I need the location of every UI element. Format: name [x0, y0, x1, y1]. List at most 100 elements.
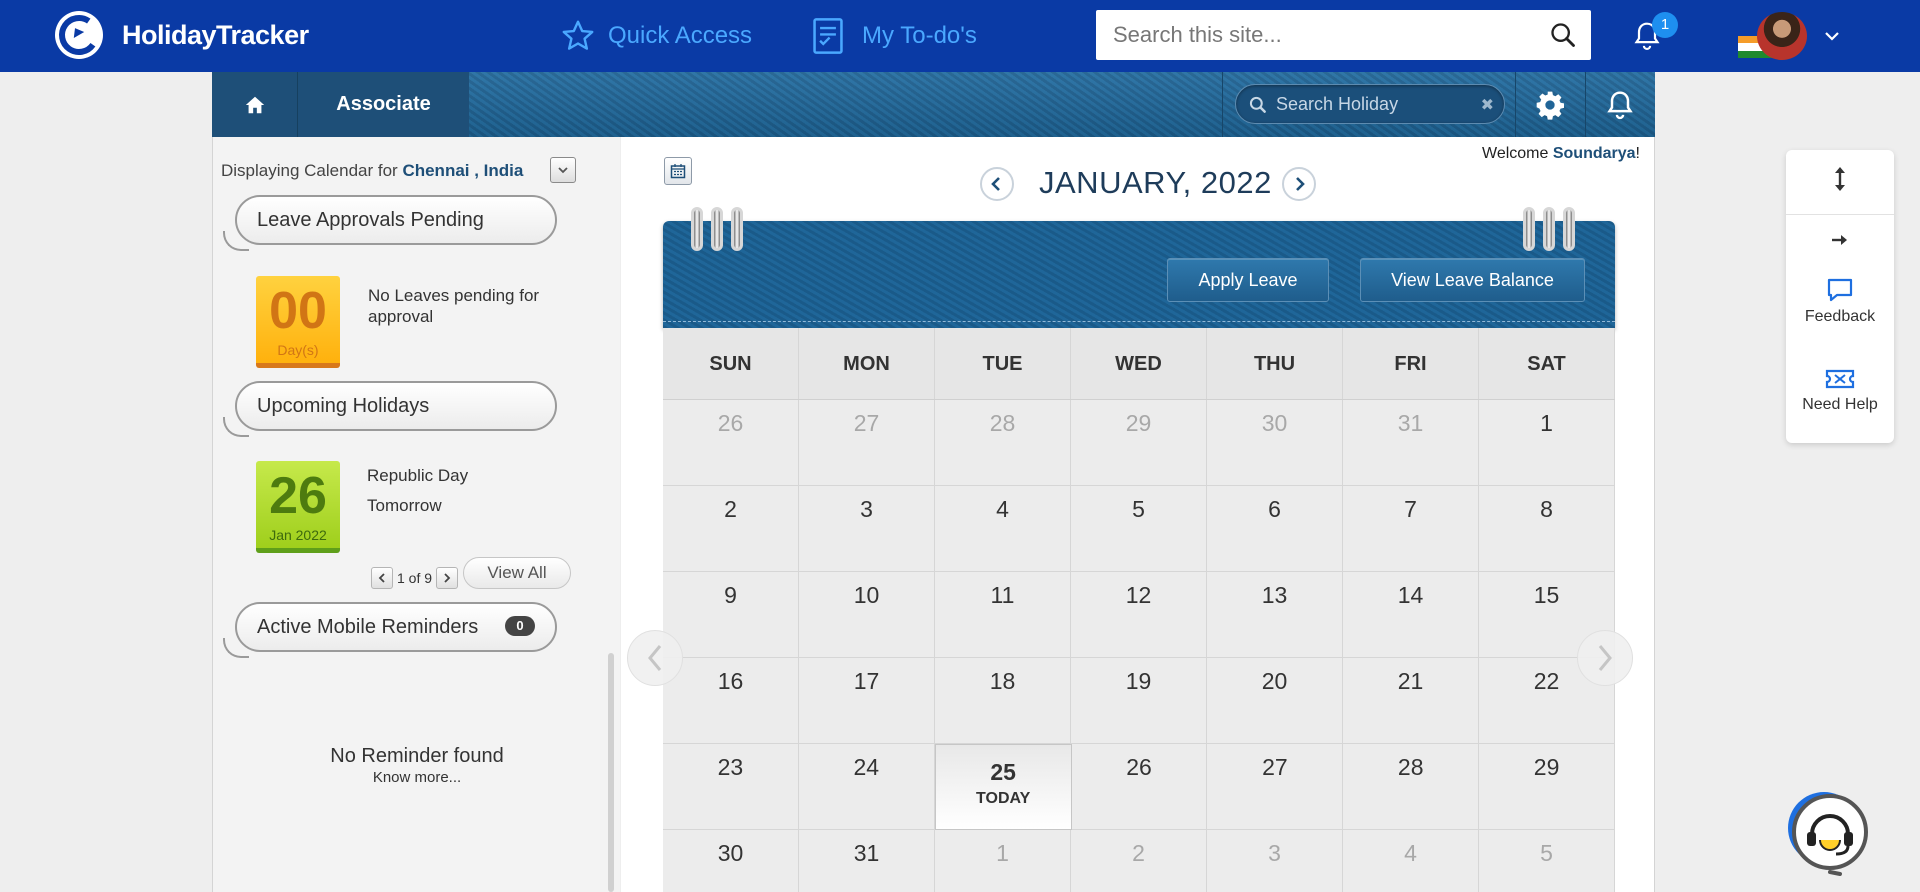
calendar-day-today[interactable]: 25 TODAY	[934, 744, 1072, 830]
calendar-day-cell[interactable]: 6	[1207, 486, 1343, 572]
pending-leave-count: 00	[269, 282, 327, 340]
collapse-panel-button[interactable]	[1786, 232, 1894, 248]
holiday-search-box: ✖	[1235, 84, 1505, 124]
home-button[interactable]	[212, 72, 298, 137]
calendar-day-cell[interactable]: 10	[799, 572, 935, 658]
prev-month-arrow[interactable]	[627, 630, 683, 686]
nav-notifications-button[interactable]	[1585, 72, 1655, 137]
location-name[interactable]: Chennai , India	[402, 161, 523, 180]
welcome-message: Welcome Soundarya!	[1482, 145, 1640, 163]
sidebar-scrollbar[interactable]	[608, 653, 614, 892]
day-number: 2	[1132, 840, 1145, 866]
calendar-day-cell[interactable]: 12	[1071, 572, 1207, 658]
calendar-day-cell[interactable]: 9	[663, 572, 799, 658]
calendar-day-cell[interactable]: 21	[1343, 658, 1479, 744]
weekday-sat: SAT	[1479, 328, 1615, 399]
calendar-day-cell[interactable]: 1	[1479, 400, 1615, 486]
calendar-week-row: 26 27 28 29 30 31 1	[663, 400, 1615, 486]
app-logo-icon[interactable]	[55, 11, 103, 59]
pending-leave-unit: Day(s)	[277, 342, 319, 358]
calendar-day-cell[interactable]: 30	[1207, 400, 1343, 486]
day-number: 17	[853, 668, 880, 694]
calendar-day-cell[interactable]: 2	[663, 486, 799, 572]
calendar-day-cell[interactable]: 31	[1343, 400, 1479, 486]
calendar-day-cell[interactable]: 18	[935, 658, 1071, 744]
feedback-button[interactable]: Feedback	[1786, 276, 1894, 326]
day-number: 13	[1261, 582, 1288, 608]
site-search-input[interactable]	[1096, 10, 1516, 60]
calendar-view-button[interactable]	[664, 157, 692, 185]
need-help-button[interactable]: Need Help	[1786, 366, 1894, 414]
calendar-day-cell[interactable]: 17	[799, 658, 935, 744]
weekday-thu: THU	[1207, 328, 1343, 399]
holiday-when: Tomorrow	[367, 496, 442, 515]
calendar-day-cell[interactable]: 31	[799, 830, 935, 892]
holiday-search-input[interactable]	[1276, 85, 1476, 123]
calendar-day-cell[interactable]: 30	[663, 830, 799, 892]
holiday-date-tile[interactable]: 26 Jan 2022	[256, 461, 340, 553]
location-dropdown-button[interactable]	[550, 157, 576, 183]
month-title: JANUARY, 2022	[1039, 165, 1272, 200]
calendar-day-cell[interactable]: 23	[663, 744, 799, 830]
calendar-day-cell[interactable]: 19	[1071, 658, 1207, 744]
binder-ring-icon	[711, 207, 723, 251]
calendar-day-cell[interactable]: 26	[663, 400, 799, 486]
upcoming-holidays-heading: Upcoming Holidays	[223, 381, 557, 437]
calendar-day-cell[interactable]: 16	[663, 658, 799, 744]
day-number: 8	[1540, 496, 1553, 522]
my-todos-link[interactable]: My To-do's	[812, 16, 977, 56]
settings-button[interactable]	[1515, 72, 1585, 137]
chevron-down-icon[interactable]	[1822, 26, 1842, 46]
day-number: 26	[717, 410, 744, 436]
search-icon[interactable]	[1549, 21, 1577, 49]
apply-leave-button[interactable]: Apply Leave	[1167, 258, 1329, 302]
calendar-day-cell[interactable]: 29	[1479, 744, 1616, 830]
day-number: 30	[717, 840, 744, 866]
view-leave-balance-button[interactable]: View Leave Balance	[1360, 258, 1585, 302]
weekday-fri: FRI	[1343, 328, 1479, 399]
calendar-day-cell[interactable]: 8	[1479, 486, 1615, 572]
next-month-arrow[interactable]	[1577, 630, 1633, 686]
calendar-week-row: 23 24 25 TODAY 26 27 28 29	[663, 744, 1616, 830]
expand-collapse-button[interactable]	[1786, 164, 1894, 194]
site-search-box	[1096, 10, 1591, 60]
calendar-day-cell[interactable]: 5	[1479, 830, 1615, 892]
quick-access-link[interactable]: Quick Access	[560, 18, 752, 54]
app-name[interactable]: HolidayTracker	[122, 20, 309, 51]
nav-divider	[1222, 72, 1223, 137]
calendar-day-cell[interactable]: 5	[1071, 486, 1207, 572]
support-headset-icon[interactable]	[1784, 788, 1870, 876]
pager-prev-button[interactable]	[371, 567, 393, 589]
calendar-day-cell[interactable]: 3	[799, 486, 935, 572]
calendar-day-cell[interactable]: 28	[935, 400, 1071, 486]
calendar-day-cell[interactable]: 26	[1071, 744, 1208, 830]
calendar-day-cell[interactable]: 4	[935, 486, 1071, 572]
chevron-left-icon	[991, 177, 1000, 191]
pager-next-button[interactable]	[436, 567, 459, 589]
calendar-day-cell[interactable]: 27	[799, 400, 935, 486]
calendar-day-cell[interactable]: 20	[1207, 658, 1343, 744]
calendar-day-cell[interactable]: 24	[798, 744, 935, 830]
tab-associate[interactable]: Associate	[298, 72, 469, 137]
calendar-day-cell[interactable]: 14	[1343, 572, 1479, 658]
calendar-day-cell[interactable]: 1	[935, 830, 1071, 892]
day-number: 24	[853, 754, 880, 780]
calendar-day-cell[interactable]: 27	[1207, 744, 1344, 830]
next-month-button[interactable]	[1282, 167, 1316, 201]
know-more-link[interactable]: Know more...	[213, 769, 621, 786]
calendar-day-cell[interactable]: 13	[1207, 572, 1343, 658]
calendar-day-cell[interactable]: 29	[1071, 400, 1207, 486]
day-number: 11	[990, 582, 1015, 608]
calendar-day-cell[interactable]: 7	[1343, 486, 1479, 572]
view-all-button[interactable]: View All	[463, 557, 571, 589]
calendar-day-cell[interactable]: 4	[1343, 830, 1479, 892]
holiday-name[interactable]: Republic Day	[367, 465, 468, 486]
user-avatar[interactable]	[1757, 12, 1807, 60]
calendar-day-cell[interactable]: 11	[935, 572, 1071, 658]
calendar-day-cell[interactable]: 28	[1343, 744, 1480, 830]
prev-month-button[interactable]	[980, 167, 1014, 201]
clear-search-icon[interactable]: ✖	[1481, 95, 1494, 115]
calendar-day-cell[interactable]: 3	[1207, 830, 1343, 892]
my-todos-label: My To-do's	[862, 22, 977, 49]
calendar-day-cell[interactable]: 2	[1071, 830, 1207, 892]
